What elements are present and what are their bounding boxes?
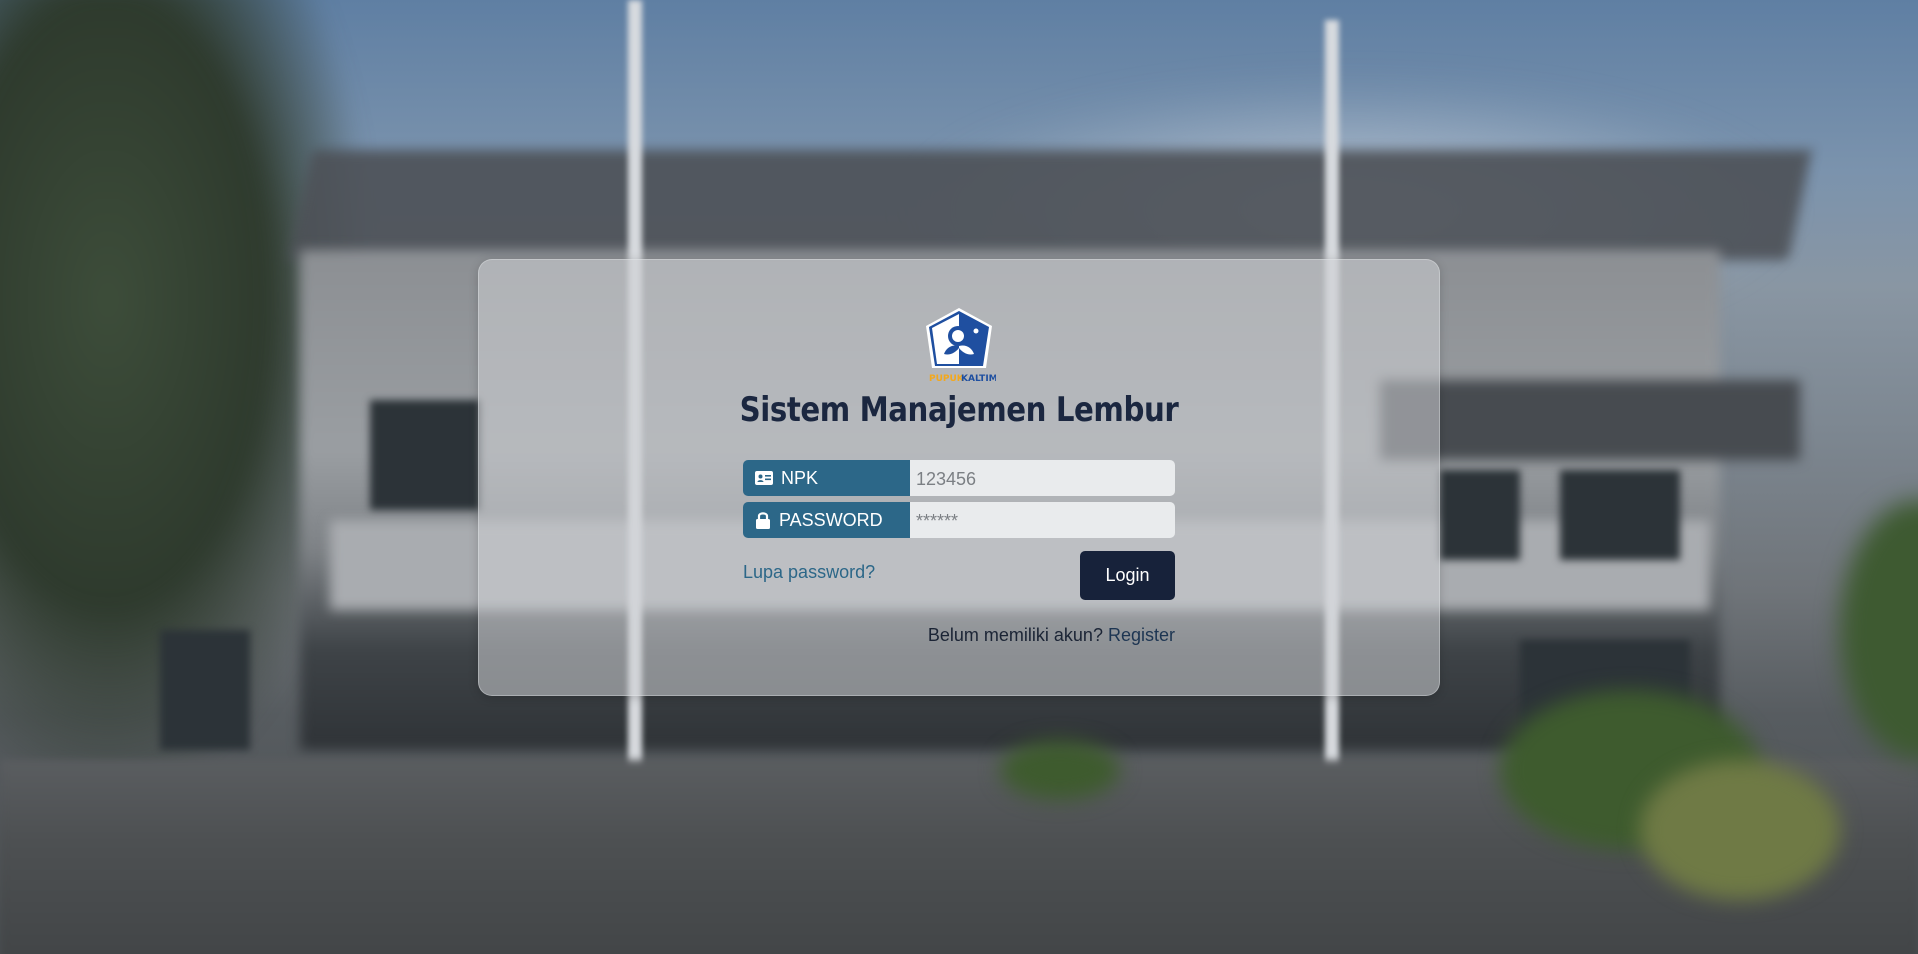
password-label-text: PASSWORD [779,509,883,530]
password-label: PASSWORD [743,502,910,538]
page-title: Sistem Manajemen Lembur [739,390,1179,430]
lock-icon [756,512,770,529]
id-card-icon [755,471,773,485]
npk-label: NPK [743,460,910,496]
npk-label-text: NPK [781,467,819,488]
logo-text-pupuk: PUPUK [929,374,965,384]
logo-text-kaltim: KALTIM [961,374,996,384]
register-prompt: Belum memiliki akun? Register [928,625,1175,646]
password-field-group: PASSWORD [743,502,1175,538]
npk-input[interactable] [910,460,1175,496]
register-prompt-text: Belum memiliki akun? [927,625,1103,645]
forgot-password-link[interactable]: Lupa password? [743,562,875,583]
npk-field-group: NPK [743,460,1175,496]
login-card: PUPUK KALTIM Sistem Manajemen Lembur NPK… [478,259,1440,696]
register-link[interactable]: Register [1108,625,1175,645]
company-logo: PUPUK KALTIM [926,308,996,384]
password-input[interactable] [910,502,1175,538]
login-button[interactable]: Login [1080,551,1175,600]
